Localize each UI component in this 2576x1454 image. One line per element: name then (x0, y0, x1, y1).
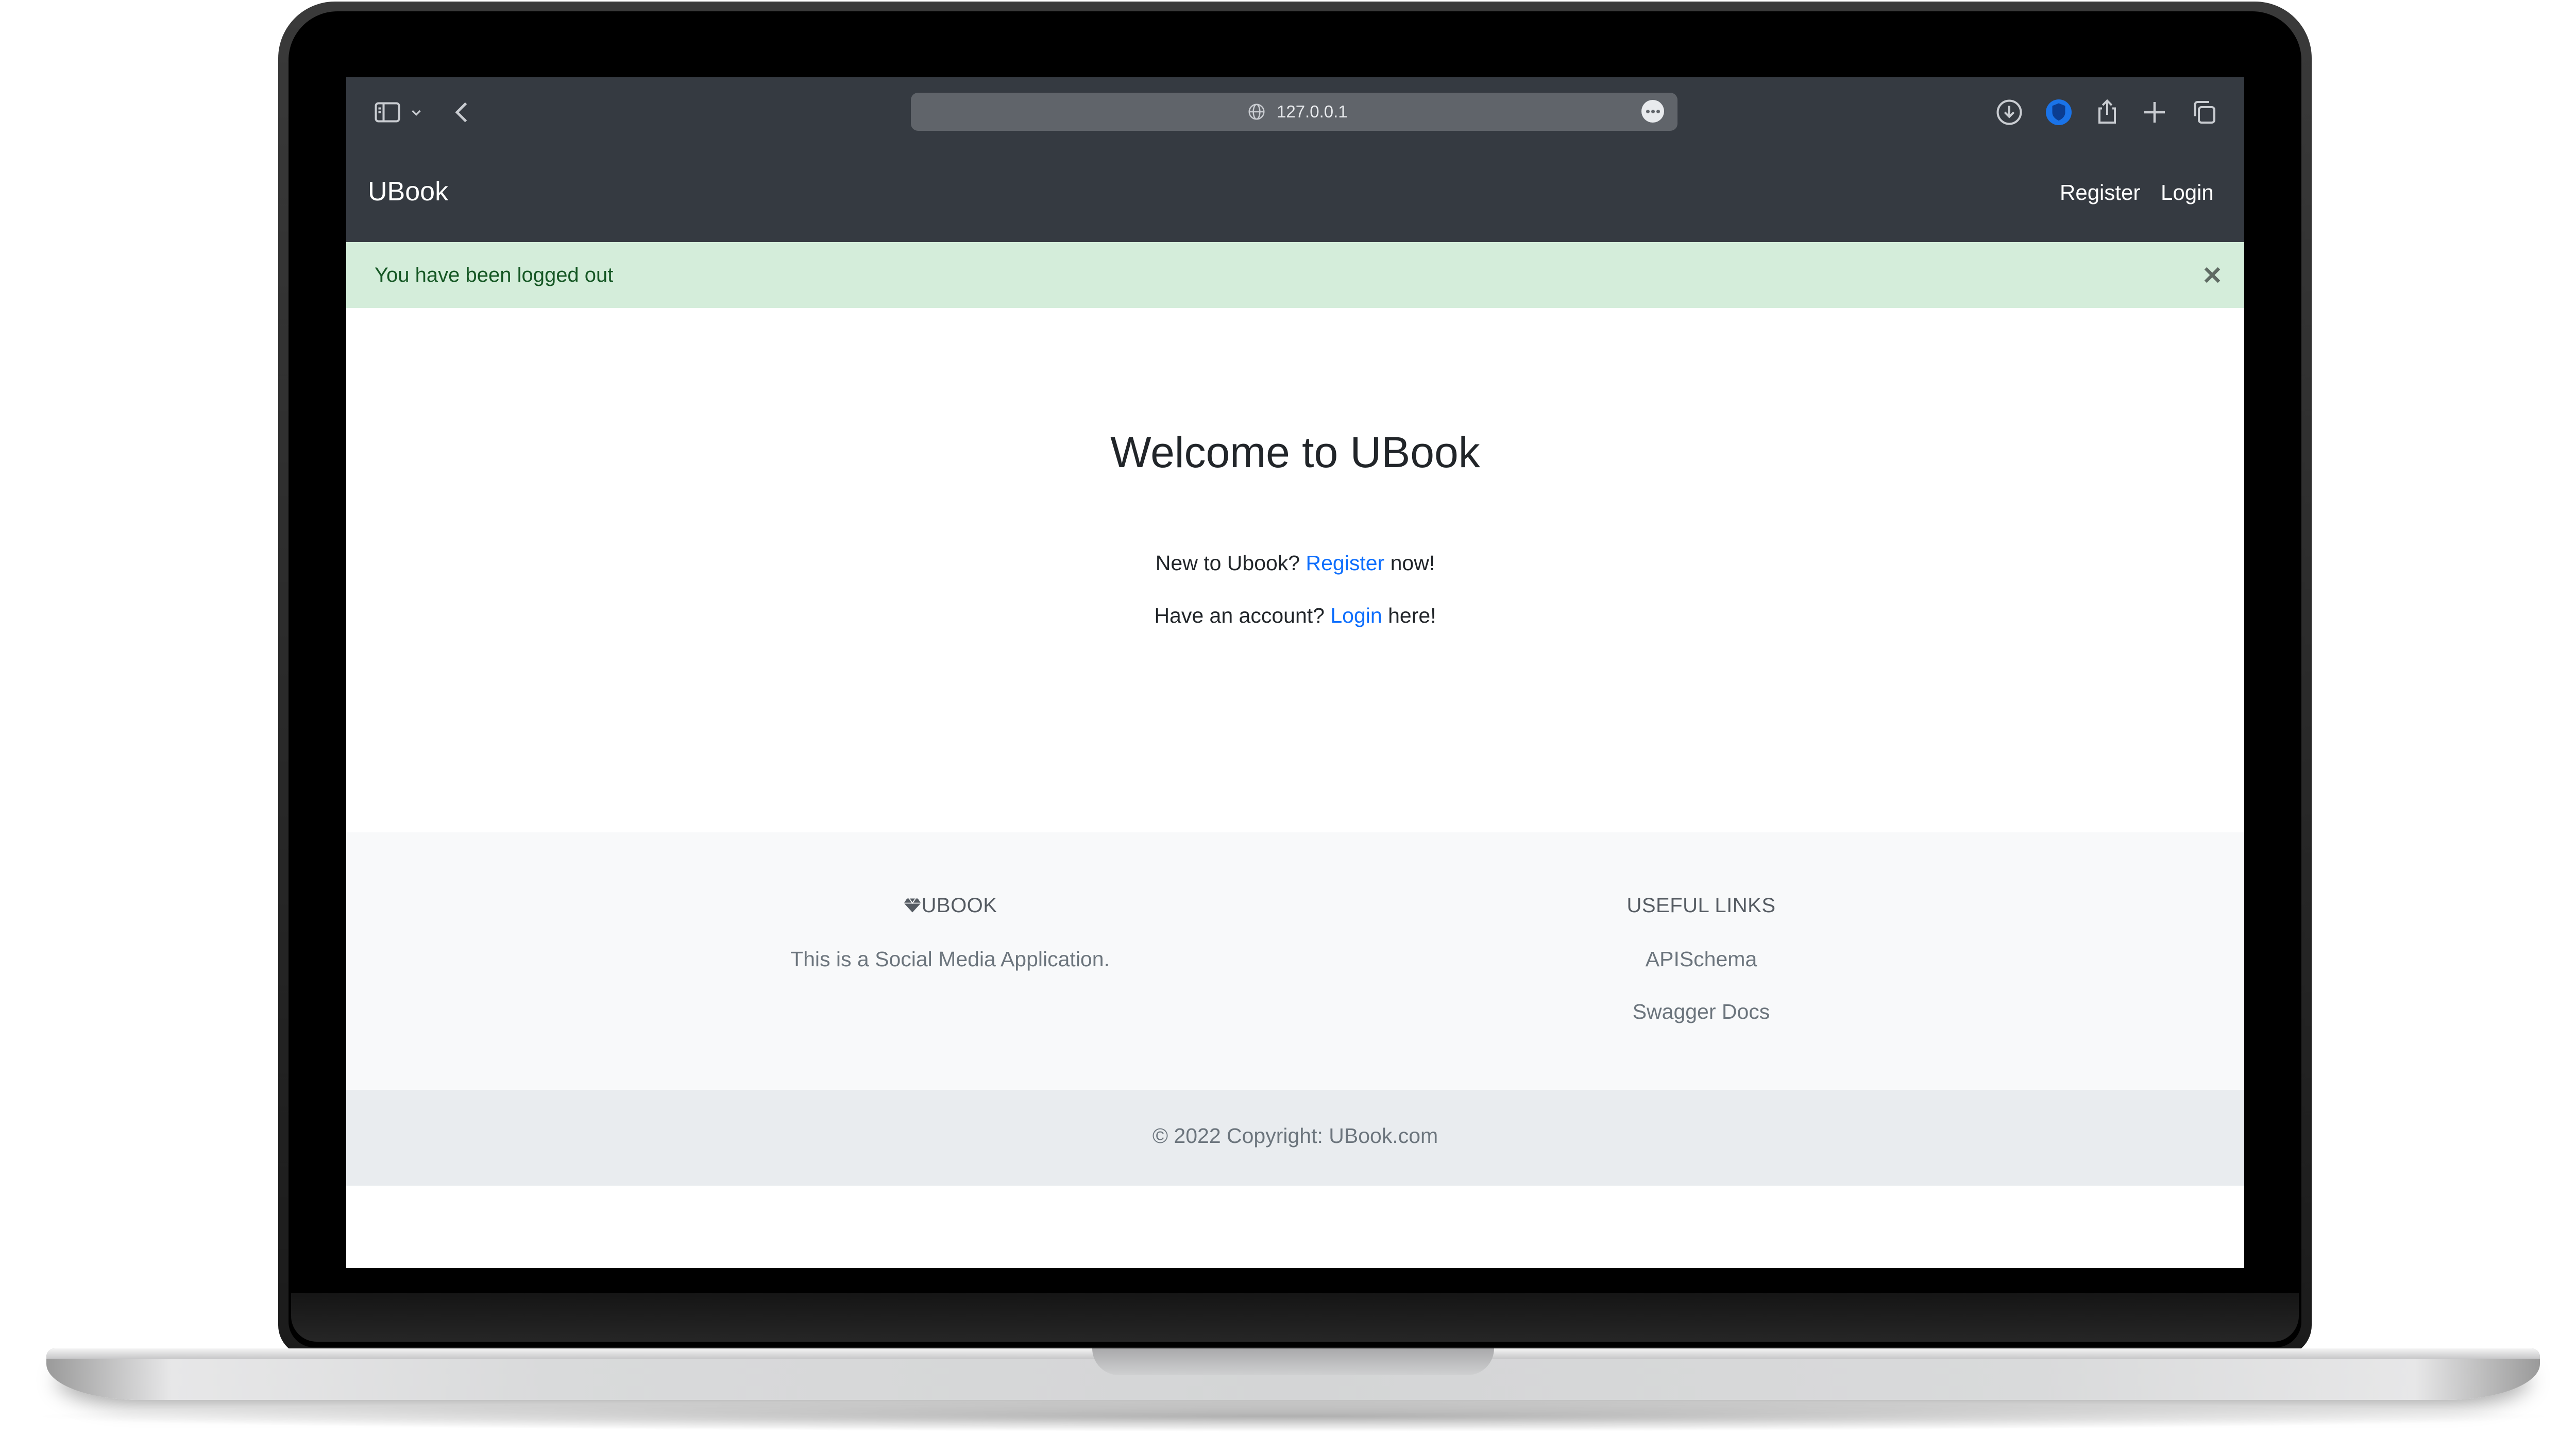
browser-toolbar: 127.0.0.1 (346, 77, 2244, 147)
download-icon[interactable] (1994, 97, 2025, 128)
nav-register-link[interactable]: Register (2060, 180, 2140, 205)
laptop-chin (291, 1293, 2299, 1342)
footer-brand-title: UBOOK (692, 894, 1208, 917)
register-link[interactable]: Register (1306, 551, 1385, 575)
app-navbar: UBook Register Login (346, 147, 2244, 242)
screen: 127.0.0.1 UBook Register Login You have … (346, 77, 2244, 1268)
laptop-shadow (21, 1401, 2566, 1432)
footer-links-title: USEFUL LINKS (1626, 894, 1776, 917)
address-bar[interactable]: 127.0.0.1 (911, 93, 1677, 131)
copyright-bar: © 2022 Copyright: UBook.com (346, 1090, 2244, 1186)
nav-login-link[interactable]: Login (2161, 180, 2214, 205)
new-tab-icon[interactable] (2139, 97, 2170, 128)
extension-shield-icon[interactable] (2043, 97, 2074, 128)
chevron-down-icon[interactable] (407, 97, 426, 128)
copyright-text: © 2022 Copyright: UBook.com (1152, 1124, 1438, 1148)
register-suffix: now! (1390, 551, 1435, 575)
footer-brand-column: UBOOK This is a Social Media Application… (692, 894, 1208, 971)
close-icon[interactable] (2199, 262, 2226, 288)
login-prompt: Have an account? Login here! (346, 604, 2244, 628)
laptop-notch (1092, 1348, 1494, 1375)
login-suffix: here! (1388, 604, 1436, 627)
footer-links-column: USEFUL LINKS APISchema Swagger Docs (1444, 894, 1959, 1024)
gem-icon (904, 898, 921, 913)
globe-icon (1247, 102, 1266, 122)
page-title: Welcome to UBook (1110, 428, 1480, 476)
navbar-brand[interactable]: UBook (368, 176, 448, 207)
footer-brand-name: UBOOK (921, 894, 997, 917)
url-text: 127.0.0.1 (1277, 102, 1348, 121)
tab-overview-icon[interactable] (2189, 97, 2219, 128)
register-prefix: New to Ubook? (1155, 551, 1300, 575)
sidebar-icon[interactable] (372, 97, 403, 128)
footer-link-apischema[interactable]: APISchema (1444, 947, 1959, 971)
alert-message: You have been logged out (375, 264, 614, 286)
footer-brand-text: This is a Social Media Application. (790, 947, 1110, 971)
register-prompt: New to Ubook? Register now! (346, 551, 2244, 575)
more-options-icon[interactable] (1641, 100, 1664, 123)
share-icon[interactable] (2092, 97, 2123, 128)
logout-alert: You have been logged out (346, 242, 2244, 308)
footer-link-swagger-docs[interactable]: Swagger Docs (1444, 1000, 1959, 1024)
footer: UBOOK This is a Social Media Application… (346, 832, 2244, 1090)
login-link[interactable]: Login (1330, 604, 1382, 627)
back-icon[interactable] (447, 97, 478, 128)
login-prefix: Have an account? (1154, 604, 1325, 627)
